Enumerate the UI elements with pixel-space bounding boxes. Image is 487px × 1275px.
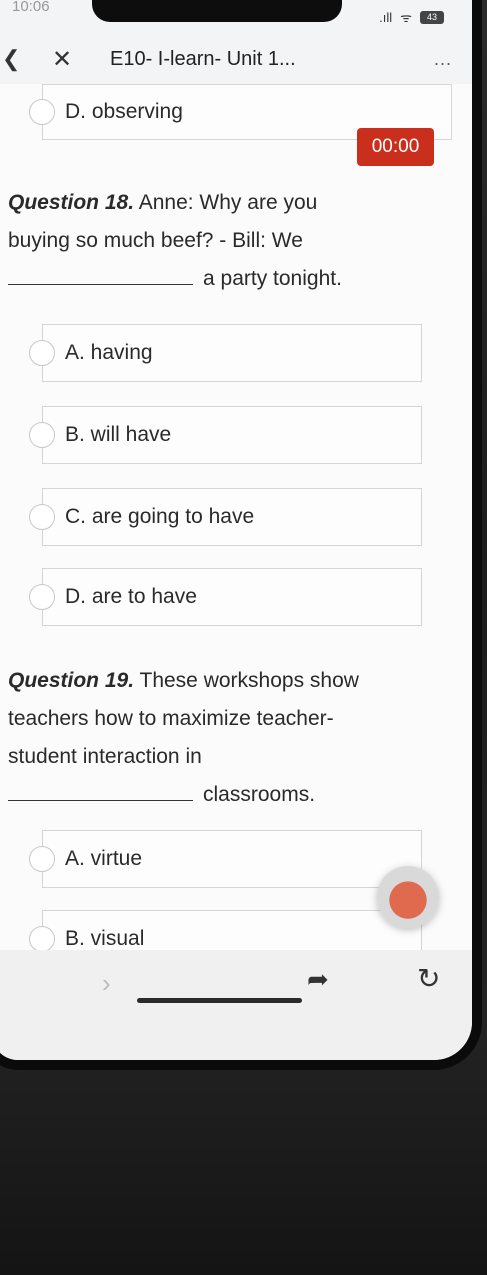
option-label: B. visual (65, 927, 145, 950)
signal-icon: .ıll (379, 9, 393, 25)
option-label: D. observing (65, 100, 183, 123)
question-text: student interaction in (8, 745, 202, 768)
option-label: B. will have (65, 423, 172, 446)
phone-screen: 10:06 .ıll ᯤ 43 ❮ ✕ E10- I-learn- Unit 1… (0, 0, 472, 1060)
option-c[interactable]: C. are going to have (29, 488, 422, 546)
radio-button[interactable] (29, 340, 55, 366)
radio-button[interactable] (29, 926, 55, 952)
share-icon[interactable]: ➦ (307, 964, 329, 995)
question-label: Question 18. (8, 191, 135, 214)
answer-blank (8, 263, 193, 285)
option-d[interactable]: D. are to have (29, 568, 422, 626)
option-label: A. having (65, 341, 153, 364)
question-text: classrooms. (203, 783, 316, 806)
question-text: These workshops show (139, 669, 359, 692)
wifi-icon: ᯤ (400, 10, 412, 25)
battery-icon: 43 (420, 10, 444, 24)
question-text: a party tonight. (203, 267, 342, 290)
radio-button[interactable] (29, 584, 55, 610)
question-18: Question 18. Anne: Why are you buying so… (8, 184, 448, 298)
option-label: D. are to have (65, 585, 197, 608)
option-label: C. are going to have (65, 505, 255, 528)
home-indicator (137, 998, 302, 1003)
question-text: buying so much beef? - Bill: We (8, 229, 303, 252)
top-bar: ❮ ✕ E10- I-learn- Unit 1... ... (0, 34, 472, 84)
status-clock: 10:06 (12, 0, 50, 15)
question-label: Question 19. (8, 669, 135, 692)
radio-button[interactable] (29, 846, 55, 872)
status-bar: .ıll ᯤ 43 (379, 8, 444, 26)
reload-icon[interactable]: ↻ (417, 962, 440, 995)
phone-notch (92, 0, 342, 22)
question-text: Anne: Why are you (138, 191, 318, 214)
chevron-left-icon[interactable]: ‹ (0, 970, 1, 1002)
option-label: A. virtue (65, 847, 143, 870)
radio-button[interactable] (29, 504, 55, 530)
browser-toolbar: ‹ › ➦ ↻ (0, 950, 472, 1060)
page-title: E10- I-learn- Unit 1... (110, 47, 296, 70)
timer-badge: 00:00 (357, 128, 434, 166)
answer-blank (8, 779, 193, 801)
chevron-right-icon[interactable]: › (102, 968, 111, 999)
option-a[interactable]: A. having (29, 324, 422, 382)
back-icon[interactable]: ❮ (2, 46, 20, 72)
option-a[interactable]: A. virtue (29, 830, 422, 888)
close-icon[interactable]: ✕ (52, 45, 72, 74)
question-text: teachers how to maximize teacher- (8, 707, 334, 730)
radio-button[interactable] (29, 99, 55, 125)
question-19: Question 19. These workshops show teache… (8, 662, 448, 814)
more-icon[interactable]: ... (434, 49, 452, 70)
radio-button[interactable] (29, 422, 55, 448)
quiz-content: D. observing Question 18. Anne: Why are … (0, 84, 472, 984)
option-b[interactable]: B. will have (29, 406, 422, 464)
floating-action-button[interactable] (377, 866, 439, 928)
